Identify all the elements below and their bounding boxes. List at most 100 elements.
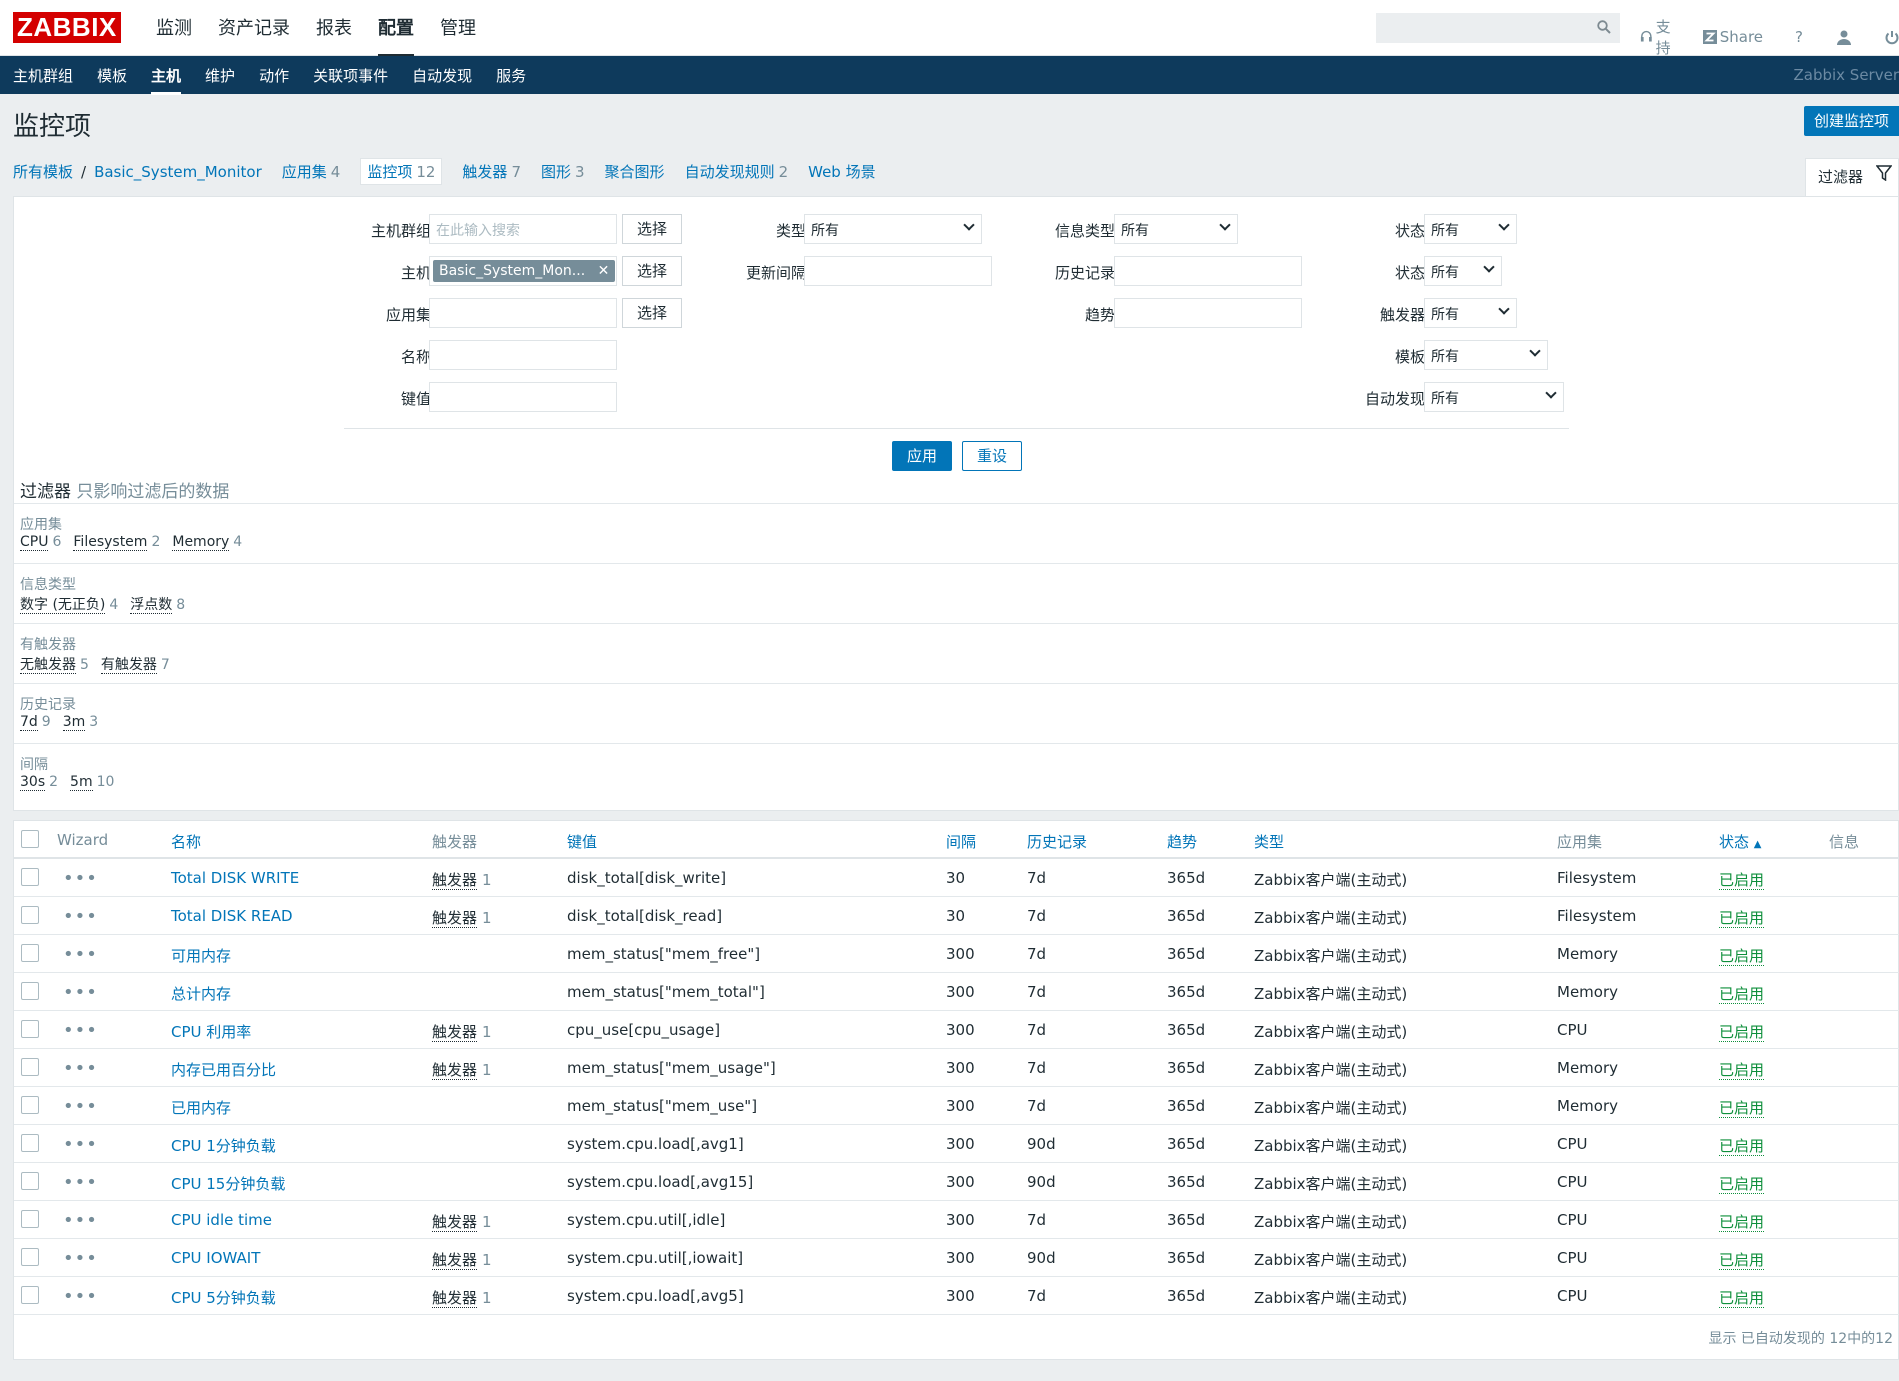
subfilter-option[interactable]: Memory 4 xyxy=(172,534,242,551)
submenu-templates[interactable]: 模板 xyxy=(97,65,127,95)
key-input[interactable] xyxy=(429,382,617,412)
user-profile-icon[interactable] xyxy=(1837,30,1851,45)
item-name-link[interactable]: CPU 5分钟负载 xyxy=(171,1287,276,1308)
item-status-toggle[interactable]: 已启用 xyxy=(1719,907,1765,928)
submenu-correlation[interactable]: 关联项事件 xyxy=(313,65,388,95)
logout-icon[interactable] xyxy=(1885,30,1899,45)
item-status-toggle[interactable]: 已启用 xyxy=(1719,1021,1765,1042)
row-checkbox[interactable] xyxy=(21,868,39,886)
row-checkbox[interactable] xyxy=(21,1286,39,1304)
reset-button[interactable]: 重设 xyxy=(962,441,1022,471)
menu-reports[interactable]: 报表 xyxy=(316,14,352,57)
subfilter-option[interactable]: Filesystem 2 xyxy=(73,534,160,551)
item-status-toggle[interactable]: 已启用 xyxy=(1719,869,1765,890)
menu-configuration[interactable]: 配置 xyxy=(378,14,414,57)
subfilter-option[interactable]: 浮点数 8 xyxy=(130,594,185,614)
history-input[interactable] xyxy=(1114,256,1302,286)
discovery-select[interactable]: 所有 xyxy=(1424,382,1564,412)
help-link[interactable]: ? xyxy=(1795,28,1803,46)
breadcrumb-all-templates[interactable]: 所有模板 xyxy=(13,161,73,182)
row-checkbox[interactable] xyxy=(21,906,39,924)
share-link[interactable]: Share xyxy=(1702,28,1763,46)
row-checkbox[interactable] xyxy=(21,1058,39,1076)
triggers-select[interactable]: 所有 xyxy=(1424,298,1517,328)
col-key[interactable]: 键值 xyxy=(567,831,597,852)
submenu-maintenance[interactable]: 维护 xyxy=(205,65,235,95)
subfilter-option[interactable]: 有触发器 7 xyxy=(100,654,170,674)
row-checkbox[interactable] xyxy=(21,1210,39,1228)
tab-items[interactable]: 监控项 12 xyxy=(360,158,443,185)
row-checkbox[interactable] xyxy=(21,1134,39,1152)
item-name-link[interactable]: CPU IOWAIT xyxy=(171,1249,260,1267)
application-input[interactable] xyxy=(429,298,617,328)
type-select[interactable]: 所有 xyxy=(804,214,982,244)
application-select-button[interactable]: 选择 xyxy=(622,298,682,328)
col-interval[interactable]: 间隔 xyxy=(946,831,976,852)
name-input[interactable] xyxy=(429,340,617,370)
col-type[interactable]: 类型 xyxy=(1254,831,1284,852)
more-options-icon[interactable]: ••• xyxy=(63,1248,98,1269)
host-select-button[interactable]: 选择 xyxy=(622,256,682,286)
submenu-host-groups[interactable]: 主机群组 xyxy=(13,65,73,95)
row-checkbox[interactable] xyxy=(21,982,39,1000)
more-options-icon[interactable]: ••• xyxy=(63,1172,98,1193)
item-name-link[interactable]: 总计内存 xyxy=(171,983,231,1004)
more-options-icon[interactable]: ••• xyxy=(63,1134,98,1155)
tab-triggers[interactable]: 触发器 7 xyxy=(462,161,521,182)
zabbix-logo[interactable]: ZABBIX xyxy=(13,12,121,43)
item-triggers[interactable]: 触发器 1 xyxy=(432,907,492,928)
more-options-icon[interactable]: ••• xyxy=(63,868,98,889)
create-item-button[interactable]: 创建监控项 xyxy=(1803,106,1899,136)
item-status-toggle[interactable]: 已启用 xyxy=(1719,1059,1765,1080)
tab-graphs[interactable]: 图形 3 xyxy=(541,161,585,182)
submenu-services[interactable]: 服务 xyxy=(496,65,526,95)
subfilter-option[interactable]: 数字 (无正负) 4 xyxy=(20,594,118,614)
row-checkbox[interactable] xyxy=(21,1248,39,1266)
info-type-select[interactable]: 所有 xyxy=(1114,214,1238,244)
subfilter-option[interactable]: 7d 9 xyxy=(20,714,51,731)
apply-button[interactable]: 应用 xyxy=(892,441,952,471)
interval-input[interactable] xyxy=(804,256,992,286)
item-status-toggle[interactable]: 已启用 xyxy=(1719,1287,1765,1308)
menu-administration[interactable]: 管理 xyxy=(440,14,476,57)
menu-inventory[interactable]: 资产记录 xyxy=(218,14,290,57)
status-select[interactable]: 所有 xyxy=(1424,256,1502,286)
trend-input[interactable] xyxy=(1114,298,1302,328)
item-triggers[interactable]: 触发器 1 xyxy=(432,1287,492,1308)
more-options-icon[interactable]: ••• xyxy=(63,1058,98,1079)
close-icon[interactable]: ✕ xyxy=(598,263,610,279)
more-options-icon[interactable]: ••• xyxy=(63,982,98,1003)
item-status-toggle[interactable]: 已启用 xyxy=(1719,1249,1765,1270)
row-checkbox[interactable] xyxy=(21,1020,39,1038)
item-name-link[interactable]: Total DISK WRITE xyxy=(171,869,299,887)
item-name-link[interactable]: 可用内存 xyxy=(171,945,231,966)
support-link[interactable]: 支持 xyxy=(1640,16,1683,58)
row-checkbox[interactable] xyxy=(21,1096,39,1114)
breadcrumb-host[interactable]: Basic_System_Monitor xyxy=(94,163,262,181)
subfilter-option[interactable]: 3m 3 xyxy=(62,714,98,731)
subfilter-option[interactable]: CPU 6 xyxy=(20,534,61,551)
item-name-link[interactable]: 已用内存 xyxy=(171,1097,231,1118)
host-input[interactable]: Basic_System_Mon... ✕ xyxy=(429,256,617,286)
select-all-checkbox[interactable] xyxy=(21,830,39,848)
item-name-link[interactable]: CPU 15分钟负载 xyxy=(171,1173,285,1194)
item-status-toggle[interactable]: 已启用 xyxy=(1719,1097,1765,1118)
filter-tab[interactable]: 过滤器 xyxy=(1805,158,1899,196)
row-checkbox[interactable] xyxy=(21,944,39,962)
template-select[interactable]: 所有 xyxy=(1424,340,1548,370)
item-status-toggle[interactable]: 已启用 xyxy=(1719,983,1765,1004)
host-group-select-button[interactable]: 选择 xyxy=(622,214,682,244)
more-options-icon[interactable]: ••• xyxy=(63,1210,98,1231)
host-group-input[interactable]: 在此输入搜索 xyxy=(429,214,617,244)
item-triggers[interactable]: 触发器 1 xyxy=(432,1249,492,1270)
submenu-actions[interactable]: 动作 xyxy=(259,65,289,95)
more-options-icon[interactable]: ••• xyxy=(63,944,98,965)
item-status-toggle[interactable]: 已启用 xyxy=(1719,1135,1765,1156)
state-select[interactable]: 所有 xyxy=(1424,214,1517,244)
item-status-toggle[interactable]: 已启用 xyxy=(1719,1211,1765,1232)
submenu-hosts[interactable]: 主机 xyxy=(151,65,181,95)
col-history[interactable]: 历史记录 xyxy=(1027,831,1087,852)
more-options-icon[interactable]: ••• xyxy=(63,1096,98,1117)
item-triggers[interactable]: 触发器 1 xyxy=(432,1021,492,1042)
item-triggers[interactable]: 触发器 1 xyxy=(432,869,492,890)
